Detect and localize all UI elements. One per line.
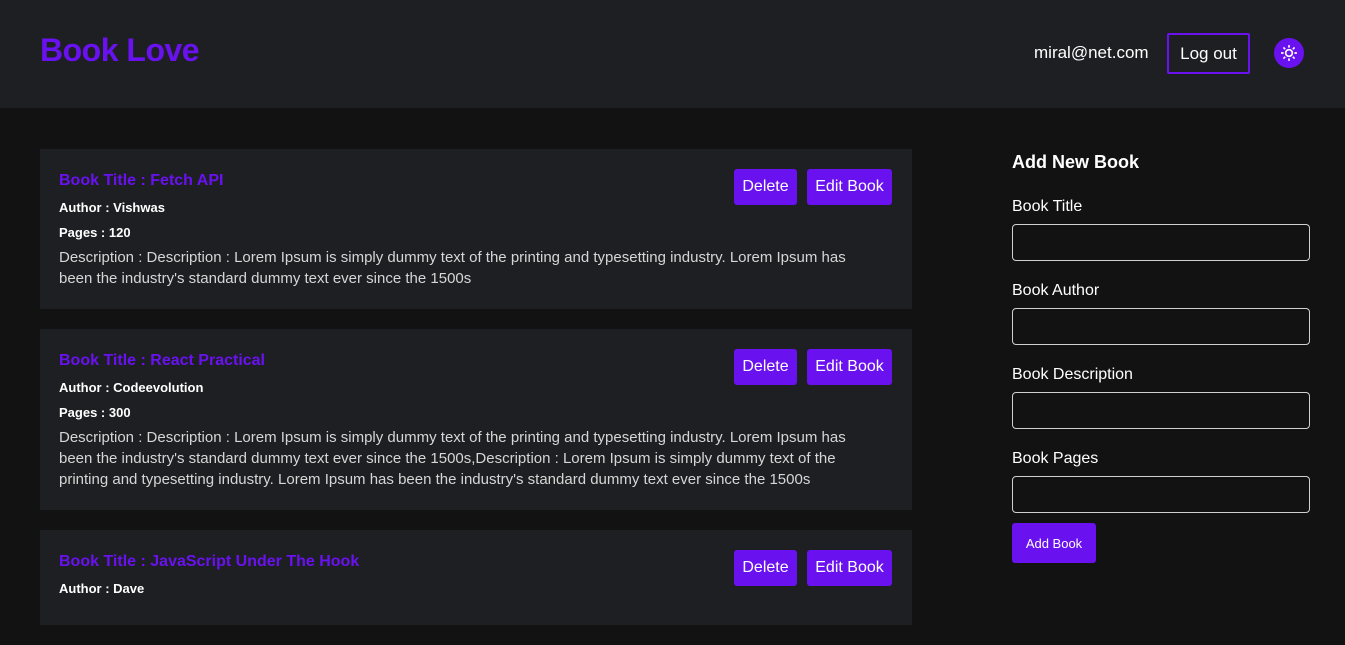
gear-icon <box>1281 45 1297 61</box>
book-pages-input[interactable] <box>1012 476 1310 513</box>
delete-book-button[interactable]: Delete <box>734 349 797 385</box>
book-pages: Pages : 120 <box>59 225 131 240</box>
book-author-input[interactable] <box>1012 308 1310 345</box>
add-book-form: Add New Book Book Title Book Author Book… <box>1012 150 1310 563</box>
edit-book-button[interactable]: Edit Book <box>807 550 892 586</box>
add-book-button[interactable]: Add Book <box>1012 523 1096 563</box>
book-description-input[interactable] <box>1012 392 1310 429</box>
book-title-input[interactable] <box>1012 224 1310 261</box>
app-logo[interactable]: Book Love <box>40 32 200 69</box>
edit-book-button[interactable]: Edit Book <box>807 169 892 205</box>
top-header: Book Love miral@net.com Log out <box>0 0 1345 108</box>
book-card: Book Title : React Practical Author : Co… <box>40 329 912 510</box>
book-card: Book Title : Fetch API Author : Vishwas … <box>40 149 912 309</box>
book-card: Book Title : JavaScript Under The Hook A… <box>40 530 912 625</box>
book-author-label: Book Author <box>1012 282 1100 299</box>
form-title: Add New Book <box>1012 152 1140 172</box>
book-description: Description : Description : Lorem Ipsum … <box>59 249 846 287</box>
book-actions: Delete Edit Book <box>734 349 892 385</box>
delete-book-button[interactable]: Delete <box>734 169 797 205</box>
book-actions: Delete Edit Book <box>734 169 892 205</box>
book-list: Book Title : Fetch API Author : Vishwas … <box>40 149 912 645</box>
book-description-label: Book Description <box>1012 366 1133 383</box>
user-email: miral@net.com <box>1034 43 1149 62</box>
book-description: Description : Description : Lorem Ipsum … <box>59 429 846 488</box>
delete-book-button[interactable]: Delete <box>734 550 797 586</box>
theme-toggle-button[interactable] <box>1274 38 1304 68</box>
book-pages-label: Book Pages <box>1012 450 1099 467</box>
edit-book-button[interactable]: Edit Book <box>807 349 892 385</box>
book-pages: Pages : 300 <box>59 405 131 420</box>
logout-button[interactable]: Log out <box>1167 33 1250 74</box>
book-title-label: Book Title <box>1012 198 1083 215</box>
book-actions: Delete Edit Book <box>734 550 892 586</box>
